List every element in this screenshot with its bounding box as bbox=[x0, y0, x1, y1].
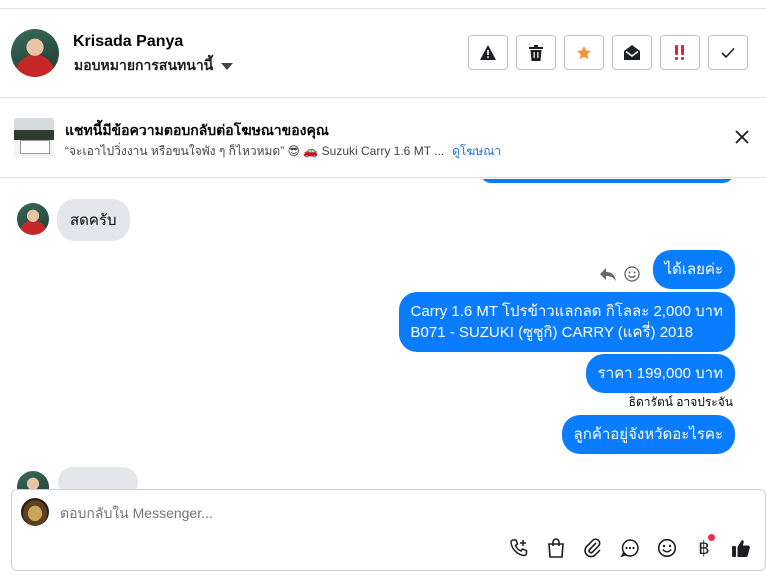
shopping-bag-icon bbox=[548, 538, 564, 558]
chat-bubble-icon bbox=[620, 539, 639, 558]
checkmark-icon bbox=[721, 47, 735, 58]
reply-input[interactable] bbox=[60, 505, 560, 521]
caret-down-icon bbox=[221, 62, 234, 70]
ad-reply-banner: แชทนี้มีข้อความตอบกลับต่อโฆษณาของคุณ “จะ… bbox=[0, 99, 766, 178]
saved-replies-button[interactable] bbox=[618, 536, 642, 560]
follow-up-button[interactable] bbox=[660, 35, 700, 70]
thumbs-up-icon bbox=[732, 540, 750, 557]
warning-icon bbox=[480, 45, 496, 60]
emoji-icon bbox=[657, 538, 677, 558]
done-button[interactable] bbox=[708, 35, 748, 70]
call-button[interactable] bbox=[507, 536, 531, 560]
paperclip-icon bbox=[584, 538, 601, 558]
like-button[interactable] bbox=[729, 536, 753, 560]
outgoing-message[interactable]: Carry 1.6 MT โปรข้าวแลกลด กิโลละ 2,000 บ… bbox=[398, 292, 735, 352]
message-line: Carry 1.6 MT โปรข้าวแลกลด กิโลละ 2,000 บ… bbox=[410, 303, 723, 320]
view-ad-link[interactable]: ดูโฆษณา bbox=[452, 144, 501, 158]
previous-message-bubble bbox=[480, 179, 734, 183]
top-divider bbox=[0, 0, 766, 9]
incoming-message[interactable] bbox=[58, 467, 138, 489]
spam-button[interactable] bbox=[468, 35, 508, 70]
baht-icon: ฿ bbox=[698, 537, 710, 559]
avatar bbox=[17, 203, 49, 235]
composer-toolbar: ฿ bbox=[507, 534, 753, 560]
trash-icon bbox=[529, 44, 543, 61]
contact-name[interactable]: Krisada Panya bbox=[73, 33, 183, 51]
ad-banner-subtitle: “จะเอาไปวิ่งงาน หรือขนใจพัง ๆ ก็ไหวหมด” … bbox=[65, 142, 501, 161]
outgoing-message[interactable]: ลูกค้าอยู่จังหวัดอะไรคะ bbox=[561, 415, 735, 454]
outgoing-message[interactable]: ราคา 199,000 บาท bbox=[585, 354, 735, 393]
call-add-icon bbox=[510, 539, 528, 557]
avatar[interactable] bbox=[11, 29, 59, 77]
outgoing-message[interactable]: ได้เลยค่ะ bbox=[652, 250, 735, 289]
reply-icon[interactable] bbox=[600, 267, 616, 281]
message-thread[interactable]: สดครับ ได้เลยค่ะ Carry 1.6 MT โปรข้าวแลก… bbox=[0, 179, 766, 489]
ad-caption: “จะเอาไปวิ่งงาน หรือขนใจพัง ๆ ก็ไหวหมด” … bbox=[65, 144, 445, 158]
page-avatar bbox=[21, 498, 49, 526]
action-buttons bbox=[468, 35, 748, 70]
close-icon[interactable] bbox=[734, 129, 750, 145]
assign-label: มอบหมายการสนทนานี้ bbox=[74, 57, 214, 73]
exclamation-icon bbox=[675, 44, 684, 60]
attach-button[interactable] bbox=[581, 536, 605, 560]
delete-button[interactable] bbox=[516, 35, 556, 70]
avatar bbox=[17, 471, 49, 489]
message-actions bbox=[600, 266, 640, 282]
star-button[interactable] bbox=[564, 35, 604, 70]
reply-composer: ฿ bbox=[11, 489, 766, 571]
payment-button[interactable]: ฿ bbox=[692, 534, 716, 560]
open-envelope-icon bbox=[624, 45, 640, 60]
shop-button[interactable] bbox=[544, 536, 568, 560]
sender-name: ธิดารัตน์ อาจประจัน bbox=[628, 395, 733, 409]
assign-conversation-dropdown[interactable]: มอบหมายการสนทนานี้ bbox=[74, 55, 234, 77]
emoji-button[interactable] bbox=[655, 536, 679, 560]
conversation-header: Krisada Panya มอบหมายการสนทนานี้ bbox=[0, 10, 766, 98]
ad-thumbnail[interactable] bbox=[14, 118, 54, 158]
mark-unread-button[interactable] bbox=[612, 35, 652, 70]
ad-banner-title: แชทนี้มีข้อความตอบกลับต่อโฆษณาของคุณ bbox=[65, 122, 329, 138]
message-line: B071 - SUZUKI (ซูซูกิ) CARRY (แครี่) 201… bbox=[410, 324, 694, 341]
notification-dot bbox=[708, 534, 715, 541]
react-emoji-icon[interactable] bbox=[624, 266, 640, 282]
star-icon bbox=[577, 45, 591, 59]
incoming-message[interactable]: สดครับ bbox=[57, 199, 130, 241]
